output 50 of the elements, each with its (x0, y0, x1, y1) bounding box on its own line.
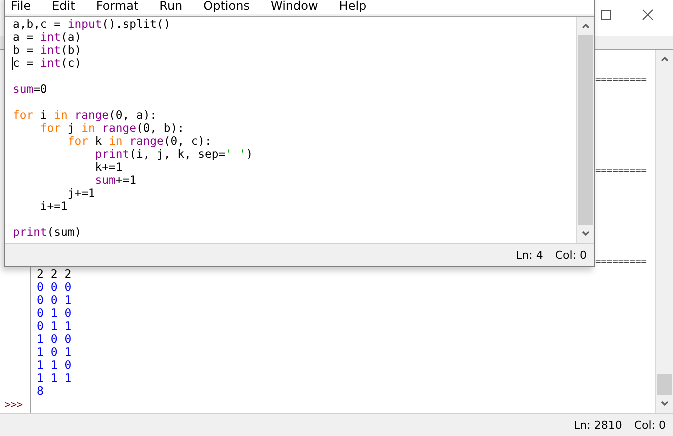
output-line: 0 1 0 (37, 307, 72, 320)
output-line: 0 0 0 (37, 281, 72, 294)
output-line: 1 1 1 (37, 372, 72, 385)
code-line: sum+=1 (94, 174, 138, 187)
maximize-icon[interactable] (600, 9, 612, 21)
menu-item[interactable]: Run (160, 0, 183, 14)
menu-item[interactable]: Edit (52, 0, 76, 14)
output-line: 1 1 0 (37, 359, 72, 372)
scrollbar[interactable] (576, 17, 594, 243)
menu-item[interactable]: Help (339, 0, 367, 14)
code-line: print(sum) (13, 226, 83, 239)
separator-line: ========= (596, 74, 647, 87)
scroll-thumb[interactable] (578, 35, 593, 225)
close-icon[interactable] (642, 9, 654, 21)
code-line: b = int(b) (13, 44, 83, 57)
column-number: Col: 0 (634, 418, 666, 432)
prompt: >>> (4, 399, 24, 412)
menu-item[interactable]: Format (96, 0, 139, 14)
scroll-up-icon[interactable] (580, 22, 590, 30)
code-line: for j in range(0, b): (39, 122, 186, 135)
menu-item[interactable]: Options (204, 0, 250, 14)
code-line: a = int(a) (13, 31, 82, 44)
scrollbar[interactable] (655, 50, 673, 413)
menu-item[interactable]: File (11, 0, 32, 14)
input-line: 2 2 2 (37, 268, 72, 281)
code-line: c = int(c) (13, 57, 83, 70)
separator-line: ========= (596, 165, 647, 178)
code-editor[interactable]: a,b,c = input().split() a = int(a) b = int(b) c = int(c) sum=0 for i in range(0, a): for j in range(0, b): for k in range(0, c): print(i, j, k, sep=' ') k+=1 sum+=1 j+=1 i+=1 print(sum) (5, 17, 576, 243)
code-line: for k in range(0, c): (66, 135, 213, 148)
code-line: sum=0 (13, 83, 48, 96)
menu-item[interactable]: Window (270, 0, 318, 14)
scroll-up-icon[interactable] (660, 55, 670, 63)
output-line: 1 0 1 (37, 346, 72, 359)
column-number: Col: 0 (555, 248, 587, 262)
code-line: i+=1 (39, 200, 68, 213)
code-line: a,b,c = input().split() (13, 18, 172, 31)
output-line: 0 0 1 (37, 294, 72, 307)
code-line: k+=1 (94, 161, 123, 174)
separator-line: ========= (596, 256, 647, 269)
code-line: j+=1 (68, 187, 96, 200)
line-number: Ln: 4 (516, 248, 544, 262)
scroll-down-icon[interactable] (580, 230, 590, 238)
scroll-thumb[interactable] (657, 374, 672, 395)
code-line: for i in range(0, a): (13, 109, 158, 122)
output-line: 1 0 0 (37, 333, 72, 346)
output-line: 8 (37, 385, 44, 398)
code-line: print(i, j, k, sep=' ') (94, 148, 254, 161)
output-line: 0 1 1 (37, 320, 72, 333)
line-number: Ln: 2810 (574, 418, 622, 432)
scroll-down-icon[interactable] (660, 400, 670, 408)
